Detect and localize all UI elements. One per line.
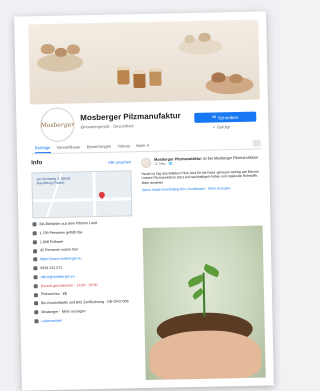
tab-videos[interactable]: Videos <box>117 140 130 151</box>
category-icon <box>34 319 39 324</box>
clock-icon <box>33 284 38 289</box>
hands-shape <box>148 329 262 381</box>
tab-more[interactable]: Mehr ▾ <box>136 140 149 151</box>
page-tabs: Beiträge Verweildauer Bewertungen Videos… <box>30 137 261 155</box>
info-row: office@mosberger.eu <box>33 273 134 280</box>
messenger-icon: ✉ <box>212 114 217 120</box>
info-row: Bio-Kontrollstelle und BIO Zertifizierun… <box>34 299 134 306</box>
follow-button[interactable]: ✓ Gefolgt <box>212 124 229 129</box>
facebook-page-card: Mosberger Mosberger Pilzmanufaktur @mosb… <box>14 11 274 391</box>
follow-button-label: Gefolgt <box>216 124 230 130</box>
more-link[interactable]: Mosberger · Mehr anzeigen <box>41 309 85 314</box>
info-icon <box>32 222 37 227</box>
contact-button[interactable]: ✉ Schreiben <box>194 111 257 123</box>
info-row-text: Bio-Edelpilze aus dem Rhöner Land <box>39 220 98 227</box>
location-map[interactable]: am Kirchweg 3, 06618 Naumburg (Saale) <box>31 170 133 219</box>
tab-reviews[interactable]: Bewertungen <box>87 141 112 153</box>
info-row-text: Preisniveau · $$ <box>40 292 67 297</box>
checkin-icon <box>32 248 38 253</box>
info-row: Mosberger · Mehr anzeigen <box>34 308 134 315</box>
post-time[interactable]: 12. März · 🌐 <box>154 160 258 166</box>
info-row: 0934 241 571 <box>33 264 133 271</box>
info-row-text: 42 Personen waren hier <box>39 247 79 253</box>
tab-about[interactable]: Verweildauer <box>56 141 80 153</box>
more-options-button[interactable] <box>252 139 261 147</box>
info-row: 1.808 Follower <box>32 238 133 245</box>
page-title: Mosberger Pilzmanufaktur <box>80 111 181 123</box>
post-image[interactable] <box>142 225 266 381</box>
post-avatar[interactable] <box>141 157 152 169</box>
phone-number[interactable]: 0934 241 571 <box>40 266 62 271</box>
opening-hours[interactable]: Derzeit geschlossen · 13:00 - 18:00 <box>41 283 98 288</box>
contact-button-label: Schreiben <box>217 114 239 120</box>
screenshot-stage: Mosberger Mosberger Pilzmanufaktur @mosb… <box>0 0 280 391</box>
info-row-text: 1.808 Follower <box>39 239 64 244</box>
post-header: Mosberger Pilzmanufaktur ist bei Mosberg… <box>141 156 261 169</box>
post-hashtags[interactable]: #pilze #wald #nachhaltig #bio #mosberger… <box>142 185 262 192</box>
info-row: Lebensmittel <box>34 317 134 324</box>
page-handle: @mosbergerpilz · Gesundheit <box>80 123 134 130</box>
web-icon <box>33 257 38 262</box>
page-avatar[interactable]: Mosberger <box>40 107 75 143</box>
info-icon-2 <box>34 310 39 315</box>
info-row: Bio-Edelpilze aus dem Rhöner Land <box>32 220 132 227</box>
mail-icon <box>33 275 38 280</box>
info-row-text: Bio-Kontrollstelle und BIO Zertifizierun… <box>41 299 129 306</box>
post-text: Heute ist Tag des Waldes! Pilze sind für… <box>141 169 260 185</box>
tab-posts[interactable]: Beiträge <box>34 141 51 154</box>
price-icon <box>33 292 38 297</box>
seedling-leaf-right <box>202 263 221 278</box>
phone-icon <box>33 266 38 271</box>
tag-icon <box>34 301 39 306</box>
likes-icon <box>32 231 37 236</box>
info-rows: Bio-Edelpilze aus dem Rhöner Land 1.709 … <box>32 220 134 328</box>
post: Mosberger Pilzmanufaktur ist bei Mosberg… <box>141 156 266 384</box>
map-address: am Kirchweg 3, 06618 Naumburg (Saale) <box>36 176 71 186</box>
info-row: 42 Personen waren hier <box>32 247 133 253</box>
cover-photo <box>28 19 260 105</box>
email-link[interactable]: office@mosberger.eu <box>41 274 75 279</box>
category-link[interactable]: Lebensmittel <box>41 319 61 324</box>
see-all-link[interactable]: Alle ansehen <box>108 159 131 164</box>
info-row: Preisniveau · $$ <box>33 291 134 297</box>
info-panel: Info Alle ansehen am Kirchweg 3, 06618 N… <box>31 158 136 386</box>
avatar-logo-text: Mosberger <box>40 120 75 129</box>
website-link[interactable]: https://www.mosberger.eu <box>40 257 81 262</box>
followers-icon <box>32 240 37 245</box>
info-row: 1.709 Personen gefällt das <box>32 229 133 236</box>
info-row: https://www.mosberger.eu <box>33 255 133 262</box>
info-row: Derzeit geschlossen · 13:00 - 18:00 <box>33 282 134 289</box>
info-row-text: 1.709 Personen gefällt das <box>39 230 83 235</box>
